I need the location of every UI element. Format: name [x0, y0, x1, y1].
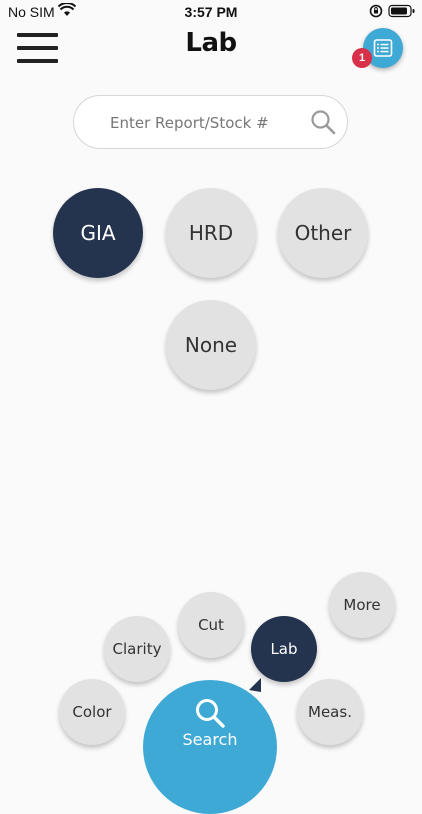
search-icon[interactable] [310, 109, 336, 135]
battery-icon [388, 4, 415, 18]
nav-clarity-button[interactable]: Clarity [104, 616, 170, 682]
active-pointer-icon [249, 678, 261, 692]
lab-option-gia[interactable]: GIA [53, 188, 143, 278]
nav-color-button[interactable]: Color [59, 679, 125, 745]
search-button-label: Search [182, 730, 238, 749]
status-time: 3:57 PM [184, 4, 238, 20]
lab-option-hrd[interactable]: HRD [166, 188, 256, 278]
report-search-input[interactable] [108, 110, 302, 136]
lab-option-other[interactable]: Other [278, 188, 368, 278]
notification-badge: 1 [352, 48, 372, 68]
rotation-lock-icon [369, 4, 383, 18]
nav-measurements-button[interactable]: Meas. [297, 679, 363, 745]
nav-cut-button[interactable]: Cut [178, 592, 244, 658]
report-search-field[interactable] [73, 95, 348, 149]
nav-more-button[interactable]: More [329, 572, 395, 638]
lab-option-none[interactable]: None [166, 300, 256, 390]
search-icon [196, 699, 225, 728]
search-button[interactable]: Search [143, 680, 277, 814]
nav-lab-button[interactable]: Lab [251, 616, 317, 682]
status-bar: No SIM 3:57 PM [0, 0, 422, 24]
